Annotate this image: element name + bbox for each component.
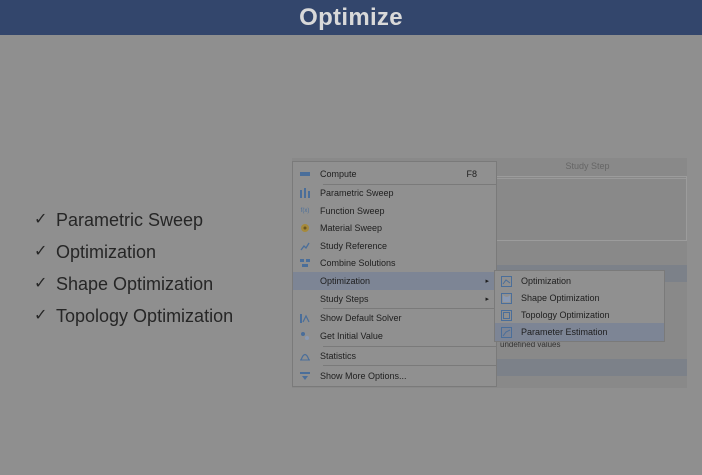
menu-item-get-initial-value[interactable]: Get Initial Value xyxy=(293,327,496,345)
menu-item-show-default-solver[interactable]: Show Default Solver xyxy=(293,309,496,327)
menu-item-label: Parametric Sweep xyxy=(320,188,394,198)
show-more-options-icon xyxy=(299,371,311,381)
menu-item-label: Optimization xyxy=(320,276,371,286)
checkmark-icon: ✓ xyxy=(34,307,48,324)
feature-label: Shape Optimization xyxy=(56,274,214,294)
feature-item: ✓ Optimization xyxy=(34,236,233,268)
menu-item-label: Show More Options... xyxy=(320,371,407,381)
menu-item-label: Combine Solutions xyxy=(320,258,396,268)
shape-optimization-icon xyxy=(500,292,512,304)
menu-item-function-sweep[interactable]: f(x) Function Sweep xyxy=(293,202,496,220)
menu-item-label: Compute xyxy=(320,169,357,179)
checkmark-icon: ✓ xyxy=(34,275,48,292)
slide-title: Optimize xyxy=(299,3,403,31)
menu-item-label: Statistics xyxy=(320,351,357,361)
feature-label: Topology Optimization xyxy=(56,306,234,326)
submenu-item-label: Parameter Estimation xyxy=(521,327,608,337)
menu-item-label: Material Sweep xyxy=(320,223,383,233)
feature-item: ✓ Shape Optimization xyxy=(34,268,233,300)
menu-icon-spacer xyxy=(299,294,311,304)
show-default-solver-icon xyxy=(299,313,311,323)
menu-icon-spacer xyxy=(299,276,311,286)
panel-divider xyxy=(686,176,687,241)
submenu-item-optimization[interactable]: Optimization xyxy=(495,272,664,290)
menu-item-compute[interactable]: Compute F8 xyxy=(293,165,496,183)
parameter-estimation-icon xyxy=(500,326,512,338)
submenu-item-topology-optimization[interactable]: Topology Optimization xyxy=(495,306,664,324)
feature-label: Parametric Sweep xyxy=(56,210,204,230)
optimization-submenu: Optimization Shape Optimization Topology… xyxy=(494,270,665,342)
menu-item-label: Function Sweep xyxy=(320,206,385,216)
feature-list: ✓ Parametric Sweep ✓ Optimization ✓ Shape O… xyxy=(34,204,233,332)
feature-item: ✓ Parametric Sweep xyxy=(34,204,233,236)
statistics-icon xyxy=(299,351,311,361)
panel-divider xyxy=(488,176,687,177)
checkmark-icon: ✓ xyxy=(34,243,48,260)
study-context-menu: Compute F8 Parametric Sweep f(x) Functio… xyxy=(292,161,497,387)
feature-item: ✓ Topology Optimization xyxy=(34,300,233,332)
menu-item-study-reference[interactable]: Study Reference xyxy=(293,237,496,255)
menu-item-combine-solutions[interactable]: Combine Solutions xyxy=(293,254,496,272)
submenu-item-shape-optimization[interactable]: Shape Optimization xyxy=(495,289,664,307)
topology-optimization-icon xyxy=(500,309,512,321)
parametric-sweep-icon xyxy=(299,188,311,198)
menu-item-show-more-options[interactable]: Show More Options... xyxy=(293,367,496,385)
menu-item-material-sweep[interactable]: Material Sweep xyxy=(293,219,496,237)
submenu-item-label: Optimization xyxy=(521,276,572,286)
menu-separator xyxy=(323,365,496,366)
panel-section-band xyxy=(488,359,687,376)
submenu-item-parameter-estimation[interactable]: Parameter Estimation xyxy=(495,323,664,341)
menu-item-statistics[interactable]: Statistics xyxy=(293,347,496,365)
checkmark-icon: ✓ xyxy=(34,211,48,228)
optimization-icon xyxy=(500,275,512,287)
function-sweep-icon: f(x) xyxy=(300,208,310,214)
panel-divider xyxy=(488,240,687,241)
shortcut-label: F8 xyxy=(466,169,477,179)
submenu-item-label: Topology Optimization xyxy=(521,310,610,320)
title-bar: Optimize xyxy=(0,0,702,35)
submenu-arrow-icon: ▸ xyxy=(485,296,489,303)
study-reference-icon xyxy=(299,241,311,251)
submenu-item-label: Shape Optimization xyxy=(521,293,600,303)
menu-item-label: Show Default Solver xyxy=(320,313,402,323)
menu-item-label: Study Steps xyxy=(320,294,369,304)
get-initial-value-icon xyxy=(299,331,311,341)
menu-item-optimization[interactable]: Optimization ▸ xyxy=(293,272,496,290)
menu-item-label: Study Reference xyxy=(320,241,388,251)
submenu-arrow-icon: ▸ xyxy=(485,278,489,285)
menu-item-label: Get Initial Value xyxy=(320,331,383,341)
material-sweep-icon xyxy=(299,223,311,233)
combine-solutions-icon xyxy=(299,258,311,268)
compute-icon xyxy=(299,169,311,179)
feature-label: Optimization xyxy=(56,242,157,262)
menu-item-study-steps[interactable]: Study Steps ▸ xyxy=(293,290,496,308)
menu-item-parametric-sweep[interactable]: Parametric Sweep xyxy=(293,184,496,202)
